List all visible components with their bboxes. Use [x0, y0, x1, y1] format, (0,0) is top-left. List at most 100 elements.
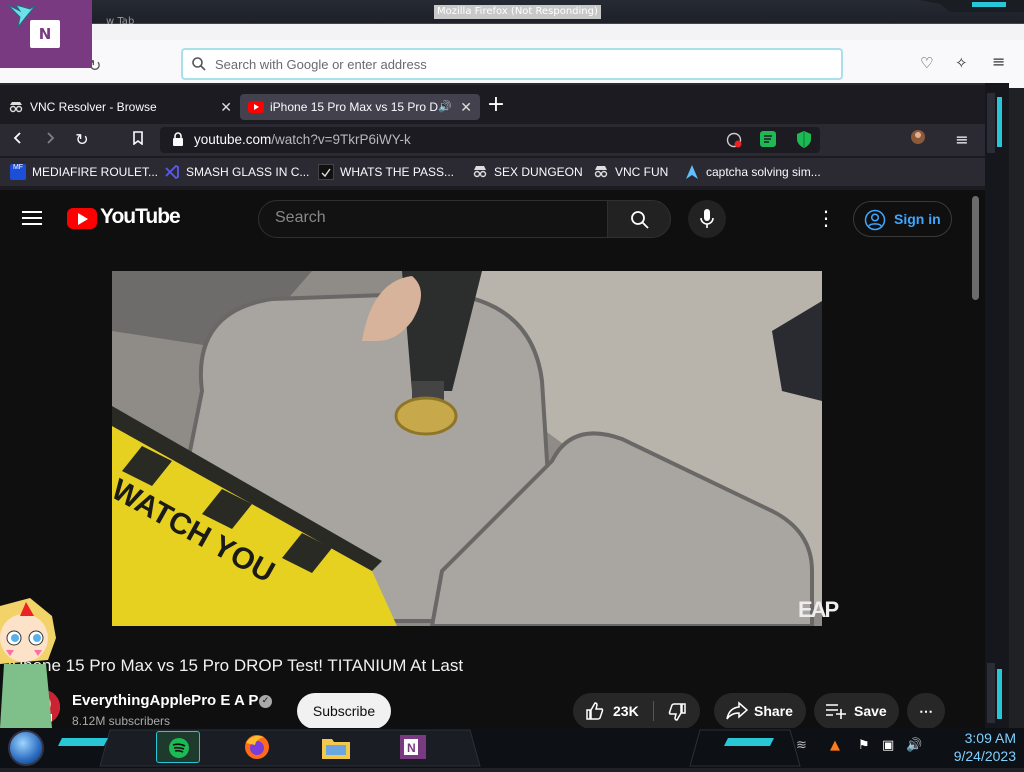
- tab-youtube-video[interactable]: iPhone 15 Pro Max vs 15 Pro D 🔊 ✕: [240, 94, 480, 120]
- forward-arrow-icon: [47, 132, 55, 144]
- new-tab-button[interactable]: +: [484, 94, 508, 118]
- bookmark-label: VNC FUN: [615, 165, 669, 179]
- save-label: Save: [854, 703, 887, 719]
- scrollbar-thumb[interactable]: [972, 196, 979, 300]
- video-player[interactable]: WATCH YOU: [112, 271, 822, 626]
- subscribe-button[interactable]: Subscribe: [297, 693, 391, 729]
- spy-icon: [473, 166, 487, 178]
- more-actions-button[interactable]: ⋯: [907, 693, 945, 729]
- forward-button[interactable]: [38, 128, 62, 152]
- bookmark-label: MEDIAFIRE ROULET...: [32, 165, 159, 179]
- tracking-protection-icon[interactable]: [726, 132, 742, 148]
- star-butterfly-sticker-icon: [0, 598, 56, 728]
- search-icon: [192, 57, 206, 71]
- shield-icon[interactable]: [796, 131, 812, 148]
- start-button[interactable]: [8, 730, 44, 766]
- taskbar-file-explorer[interactable]: [314, 731, 358, 763]
- action-center-flag-icon[interactable]: ⚑: [858, 738, 870, 753]
- share-arrow-icon: [726, 701, 748, 720]
- onenote-icon: N: [400, 735, 426, 759]
- taskbar-firefox[interactable]: [236, 731, 280, 763]
- bookmark-captcha[interactable]: captcha solving sim...: [684, 163, 821, 181]
- not-responding-title: Mozilla Firefox (Not Responding): [434, 5, 601, 19]
- youtube-icon: [248, 101, 264, 113]
- microphone-icon: [700, 209, 714, 228]
- sign-in-label: Sign in: [894, 211, 941, 227]
- url-path: /watch?v=9TkrP6iWY-k: [271, 132, 411, 147]
- avatar-icon: [911, 130, 925, 144]
- channel-name[interactable]: EverythingApplePro E A P: [72, 692, 258, 709]
- svg-text:N: N: [407, 741, 416, 755]
- account-avatar[interactable]: [906, 128, 930, 152]
- spotify-icon: [169, 738, 189, 758]
- youtube-logo-icon[interactable]: [67, 208, 97, 229]
- onenote-icon: N: [30, 20, 60, 48]
- bookmark-star-button[interactable]: [126, 128, 150, 152]
- back-button[interactable]: [6, 128, 30, 152]
- sign-in-button[interactable]: Sign in: [853, 201, 952, 237]
- bookmark-vnc-fun[interactable]: VNC FUN: [593, 163, 668, 181]
- url-text: youtube.com/watch?v=9TkrP6iWY-k: [194, 132, 411, 147]
- close-tab-icon[interactable]: ✕: [460, 94, 472, 120]
- bookmark-label: captcha solving sim...: [706, 165, 821, 179]
- add-to-playlist-icon: [826, 704, 846, 719]
- thumbs-down-icon[interactable]: [667, 702, 687, 722]
- tab-label: VNC Resolver - Browse: [30, 100, 157, 114]
- bookmark-label: SMASH GLASS IN C...: [186, 165, 310, 179]
- voice-search-button[interactable]: [688, 200, 726, 238]
- extensions-icon[interactable]: ✧: [955, 54, 968, 72]
- reload-button[interactable]: ↻: [70, 128, 94, 152]
- window-skin-frame: [985, 83, 1009, 731]
- taskbar-onenote[interactable]: N: [392, 731, 436, 763]
- pocket-icon[interactable]: ♡: [920, 54, 933, 72]
- spy-icon: [594, 166, 608, 178]
- taskbar-spotify[interactable]: [156, 731, 200, 763]
- tab-vnc-resolver[interactable]: VNC Resolver - Browse ✕: [0, 94, 240, 120]
- tray-app-icon[interactable]: ▲: [830, 738, 840, 753]
- close-tab-icon[interactable]: ✕: [220, 94, 232, 120]
- background-tab-fragment: w Tab: [106, 16, 135, 27]
- background-address-bar[interactable]: Search with Google or enter address: [181, 48, 843, 80]
- share-button[interactable]: Share: [714, 693, 806, 729]
- youtube-search-input[interactable]: Search: [258, 200, 608, 238]
- address-bar[interactable]: youtube.com/watch?v=9TkrP6iWY-k: [160, 127, 820, 153]
- account-circle-icon: [864, 209, 886, 231]
- skin-top-right-icon: [920, 0, 1024, 12]
- back-arrow-icon: [13, 132, 21, 144]
- app-menu-button[interactable]: ≡: [950, 128, 974, 152]
- network-icon[interactable]: ▣: [882, 738, 894, 753]
- bookmark-smash-glass[interactable]: SMASH GLASS IN C...: [164, 163, 309, 181]
- tray-expand-icon[interactable]: ≋: [796, 738, 807, 753]
- thumbs-up-icon[interactable]: [585, 701, 605, 721]
- bookmarks-toolbar: MF MEDIAFIRE ROULET... SMASH GLASS IN C.…: [0, 158, 985, 186]
- extension-green-icon[interactable]: [760, 131, 776, 147]
- bookmark-icon: [133, 131, 143, 146]
- bookmark-label: WHATS THE PASS...: [340, 165, 455, 179]
- more-options-icon[interactable]: ⋮: [816, 206, 836, 230]
- video-title: iPhone 15 Pro Max vs 15 Pro DROP Test! T…: [8, 656, 464, 675]
- save-button[interactable]: Save: [814, 693, 899, 729]
- volume-icon[interactable]: 🔊: [906, 738, 922, 753]
- bookmark-whats-the-pass[interactable]: WHATS THE PASS...: [318, 163, 454, 181]
- bookmark-sex-dungeon[interactable]: SEX DUNGEON: [472, 163, 583, 181]
- onenote-tile[interactable]: N: [0, 0, 92, 68]
- menu-icon[interactable]: ≡: [992, 52, 1005, 71]
- url-host: youtube.com: [194, 132, 272, 147]
- video-frame-image: [112, 271, 822, 626]
- speaker-icon[interactable]: 🔊: [438, 94, 452, 120]
- share-label: Share: [754, 703, 793, 719]
- clock-time: 3:09 AM: [964, 730, 1016, 746]
- youtube-search-button[interactable]: [607, 200, 671, 238]
- like-divider: [653, 701, 654, 721]
- hamburger-menu-icon[interactable]: [22, 210, 42, 226]
- subscriber-count: 8.12M subscribers: [72, 714, 171, 728]
- bookmark-mediafire[interactable]: MF MEDIAFIRE ROULET...: [10, 163, 158, 181]
- terminal-icon: [318, 164, 334, 180]
- like-count[interactable]: 23K: [613, 693, 639, 729]
- taskbar: [0, 728, 1024, 768]
- search-icon: [631, 211, 649, 229]
- like-dislike-group: 23K: [573, 693, 700, 729]
- taskbar-clock[interactable]: 3:09 AM 9/24/2023: [926, 729, 1016, 765]
- youtube-logo-text[interactable]: YouTube: [100, 205, 181, 229]
- arch-icon: [686, 165, 698, 179]
